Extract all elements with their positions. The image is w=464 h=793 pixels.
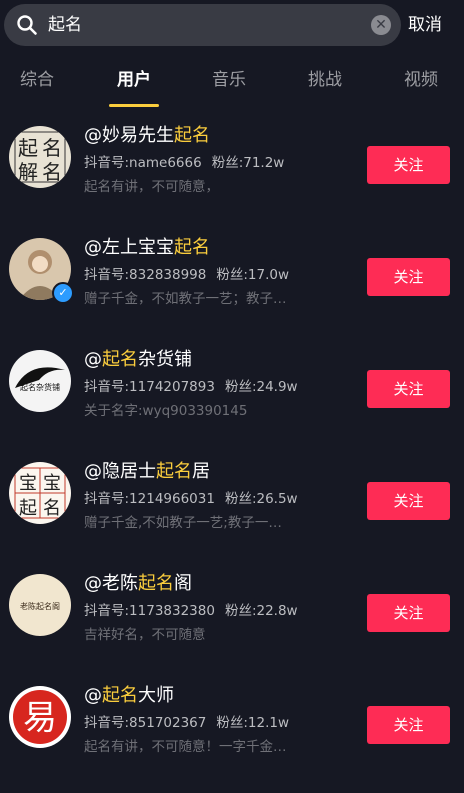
avatar-lettering: 起: [18, 136, 38, 160]
fan-count: 粉丝:12.1w: [216, 715, 290, 731]
user-meta: 抖音号:name6666 粉丝:71.2w: [84, 154, 284, 172]
douyin-id: 抖音号:832838998: [84, 267, 207, 283]
user-meta: 抖音号:1173832380 粉丝:22.8w: [84, 602, 298, 620]
name-suffix: 阁: [174, 573, 192, 594]
user-signature: 赠子千金,不如教子一艺;教子一…: [84, 515, 282, 531]
user-row[interactable]: ✓ @左上宝宝起名 抖音号:832838998 粉丝:17.0w 赠子千金，不如教…: [0, 226, 464, 338]
user-name: @隐居士起名居: [84, 460, 210, 484]
user-signature: 起名有讲，不可随意，: [84, 179, 219, 195]
tab-music[interactable]: 音乐: [212, 68, 246, 92]
follow-button[interactable]: 关注: [367, 370, 450, 408]
fan-count: 粉丝:24.9w: [224, 379, 298, 395]
name-prefix: @隐居士: [84, 461, 156, 482]
tab-challenges[interactable]: 挑战: [308, 68, 342, 92]
follow-button[interactable]: 关注: [367, 146, 450, 184]
user-name: @老陈起名阁: [84, 572, 192, 596]
fan-count: 粉丝:26.5w: [224, 491, 298, 507]
name-keyword: 起名: [156, 461, 192, 482]
search-input[interactable]: 起名 ✕: [4, 4, 401, 46]
avatar-lettering: 易: [23, 698, 57, 738]
avatar-lettering: 宝: [19, 473, 37, 494]
fan-count: 粉丝:71.2w: [211, 155, 285, 171]
search-bar: 起名 ✕ 取消: [0, 0, 464, 52]
search-icon: [16, 14, 38, 36]
avatar[interactable]: 起 名 解 名: [9, 126, 71, 188]
user-name: @妙易先生起名: [84, 124, 210, 148]
avatar-lettering: 宝: [43, 473, 61, 494]
tab-videos[interactable]: 视频: [404, 68, 438, 92]
douyin-id: 抖音号:1214966031: [84, 491, 215, 507]
name-prefix: @妙易先生: [84, 125, 174, 146]
user-signature: 起名有讲，不可随意！一字千金…: [84, 739, 287, 755]
user-meta: 抖音号:832838998 粉丝:17.0w: [84, 266, 289, 284]
avatar[interactable]: 易: [9, 686, 71, 748]
tab-bar: 综合 用户 音乐 挑战 视频: [0, 60, 464, 108]
user-row[interactable]: 宝 宝 起 名 @隐居士起名居 抖音号:1214966031 粉丝:26.5w 赠…: [0, 450, 464, 562]
fan-count: 粉丝:22.8w: [224, 603, 298, 619]
user-meta: 抖音号:1174207893 粉丝:24.9w: [84, 378, 298, 396]
avatar-lettering: 名: [42, 160, 62, 184]
verified-icon: ✓: [52, 282, 74, 304]
follow-button[interactable]: 关注: [367, 706, 450, 744]
follow-button[interactable]: 关注: [367, 482, 450, 520]
name-keyword: 起名: [174, 237, 210, 258]
user-name: @起名杂货铺: [84, 348, 192, 372]
user-signature: 关于名字:wyq903390145: [84, 403, 248, 419]
avatar-lettering: 老陈起名阁: [20, 601, 60, 611]
fan-count: 粉丝:17.0w: [216, 267, 290, 283]
douyin-id: 抖音号:name6666: [84, 155, 202, 171]
avatar-lettering: 起: [19, 498, 37, 519]
user-row[interactable]: 老陈起名阁 @老陈起名阁 抖音号:1173832380 粉丝:22.8w 吉祥好名…: [0, 562, 464, 674]
name-suffix: 杂货铺: [138, 349, 192, 370]
user-meta: 抖音号:851702367 粉丝:12.1w: [84, 714, 289, 732]
tab-users[interactable]: 用户: [117, 68, 151, 92]
user-name: @左上宝宝起名: [84, 236, 210, 260]
user-name: @起名大师: [84, 684, 174, 708]
tab-comprehensive[interactable]: 综合: [20, 68, 54, 92]
name-keyword: 起名: [138, 573, 174, 594]
follow-button[interactable]: 关注: [367, 594, 450, 632]
name-prefix: @左上宝宝: [84, 237, 174, 258]
user-row[interactable]: 起 名 解 名 @妙易先生起名 抖音号:name6666 粉丝:71.2w 起名有…: [0, 114, 464, 226]
avatar-lettering: 名: [42, 136, 62, 160]
name-prefix: @老陈: [84, 573, 138, 594]
search-query: 起名: [48, 15, 82, 35]
name-keyword: 起名: [102, 685, 138, 706]
user-meta: 抖音号:1214966031 粉丝:26.5w: [84, 490, 298, 508]
avatar[interactable]: 宝 宝 起 名: [9, 462, 71, 524]
name-suffix: 大师: [138, 685, 174, 706]
active-tab-indicator: [109, 104, 159, 107]
avatar[interactable]: 老陈起名阁: [9, 574, 71, 636]
avatar[interactable]: 起名杂货铺: [9, 350, 71, 412]
name-keyword: 起名: [102, 349, 138, 370]
name-keyword: 起名: [174, 125, 210, 146]
clear-icon[interactable]: ✕: [371, 15, 391, 35]
name-suffix: 居: [192, 461, 210, 482]
douyin-id: 抖音号:1173832380: [84, 603, 215, 619]
follow-button[interactable]: 关注: [367, 258, 450, 296]
avatar-lettering: 解: [18, 160, 38, 184]
avatar-lettering: 起名杂货铺: [20, 382, 60, 392]
user-signature: 吉祥好名，不可随意: [84, 627, 206, 643]
user-row[interactable]: 易 @起名大师 抖音号:851702367 粉丝:12.1w 起名有讲，不可随意！…: [0, 674, 464, 786]
user-signature: 赠子千金，不如教子一艺；教子…: [84, 291, 287, 307]
user-row[interactable]: 起名杂货铺 @起名杂货铺 抖音号:1174207893 粉丝:24.9w 关于名字…: [0, 338, 464, 450]
avatar-lettering: 名: [43, 498, 61, 519]
name-prefix: @: [84, 349, 102, 370]
name-prefix: @: [84, 685, 102, 706]
cancel-button[interactable]: 取消: [408, 13, 442, 37]
douyin-id: 抖音号:1174207893: [84, 379, 215, 395]
douyin-id: 抖音号:851702367: [84, 715, 207, 731]
